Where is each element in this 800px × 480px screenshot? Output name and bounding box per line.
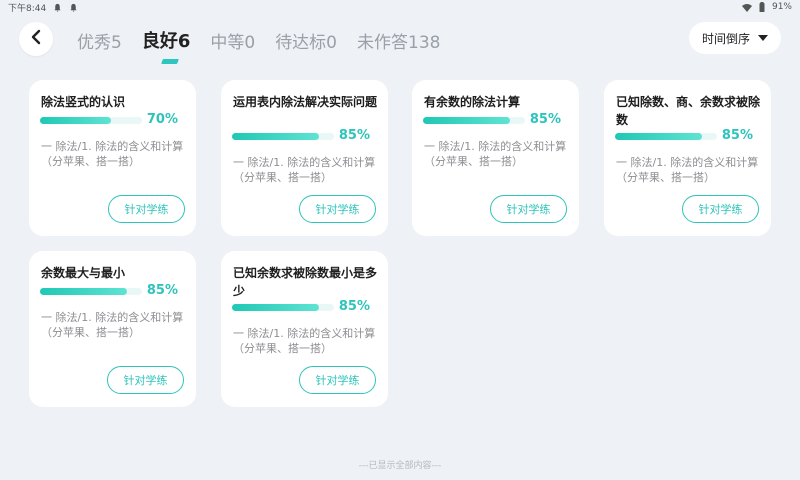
knowledge-card: 已知除数、商、余数求被除数 85% 一 除法/1. 除法的含义和计算（分苹果、搭… [604,80,771,236]
progress-fill [40,288,127,295]
progress-bar [232,133,334,140]
knowledge-card: 已知余数求被除数最小是多少 85% 一 除法/1. 除法的含义和计算（分苹果、搭… [221,251,388,407]
card-title: 已知余数求被除数最小是多少 [233,266,378,298]
knowledge-card: 除法竖式的认识 70% 一 除法/1. 除法的含义和计算（分苹果、搭一搭） 针对… [29,80,196,236]
knowledge-cards-grid: 除法竖式的认识 70% 一 除法/1. 除法的含义和计算（分苹果、搭一搭） 针对… [0,0,800,480]
progress-fill [232,133,319,140]
practice-button[interactable]: 针对学练 [108,195,185,223]
practice-button[interactable]: 针对学练 [107,366,184,394]
progress-fill [423,117,510,124]
progress-bar [615,133,717,140]
progress-bar [40,117,142,124]
practice-button[interactable]: 针对学练 [299,195,376,223]
progress-percent: 85% [529,112,561,127]
end-of-list-note: ---已显示全部内容--- [358,461,442,471]
progress-bar [423,117,525,124]
knowledge-card: 有余数的除法计算 85% 一 除法/1. 除法的含义和计算（分苹果、搭一搭） 针… [412,80,579,236]
progress-bar [40,288,142,295]
progress-fill [232,304,319,311]
progress-percent: 70% [146,112,178,127]
knowledge-card: 余数最大与最小 85% 一 除法/1. 除法的含义和计算（分苹果、搭一搭） 针对… [29,251,196,407]
card-description: 一 除法/1. 除法的含义和计算（分苹果、搭一搭） [233,156,376,184]
practice-button[interactable]: 针对学练 [299,366,376,394]
card-title: 运用表内除法解决实际问题 [233,95,378,109]
progress-bar [232,304,334,311]
card-description: 一 除法/1. 除法的含义和计算（分苹果、搭一搭） [616,156,759,184]
knowledge-card: 运用表内除法解决实际问题 85% 一 除法/1. 除法的含义和计算（分苹果、搭一… [221,80,388,236]
progress-fill [40,117,112,124]
card-description: 一 除法/1. 除法的含义和计算（分苹果、搭一搭） [41,311,184,339]
progress-fill [615,133,702,140]
card-description: 一 除法/1. 除法的含义和计算（分苹果、搭一搭） [424,140,567,168]
card-title: 除法竖式的认识 [41,95,126,109]
progress-percent: 85% [146,283,178,298]
card-title: 已知除数、商、余数求被除数 [616,95,761,127]
practice-button[interactable]: 针对学练 [490,195,567,223]
card-title: 有余数的除法计算 [424,95,521,109]
card-description: 一 除法/1. 除法的含义和计算（分苹果、搭一搭） [233,327,376,355]
practice-button[interactable]: 针对学练 [682,195,759,223]
card-description: 一 除法/1. 除法的含义和计算（分苹果、搭一搭） [41,140,184,168]
card-title: 余数最大与最小 [41,266,126,280]
progress-percent: 85% [721,128,753,143]
progress-percent: 85% [338,128,370,143]
progress-percent: 85% [338,299,370,314]
